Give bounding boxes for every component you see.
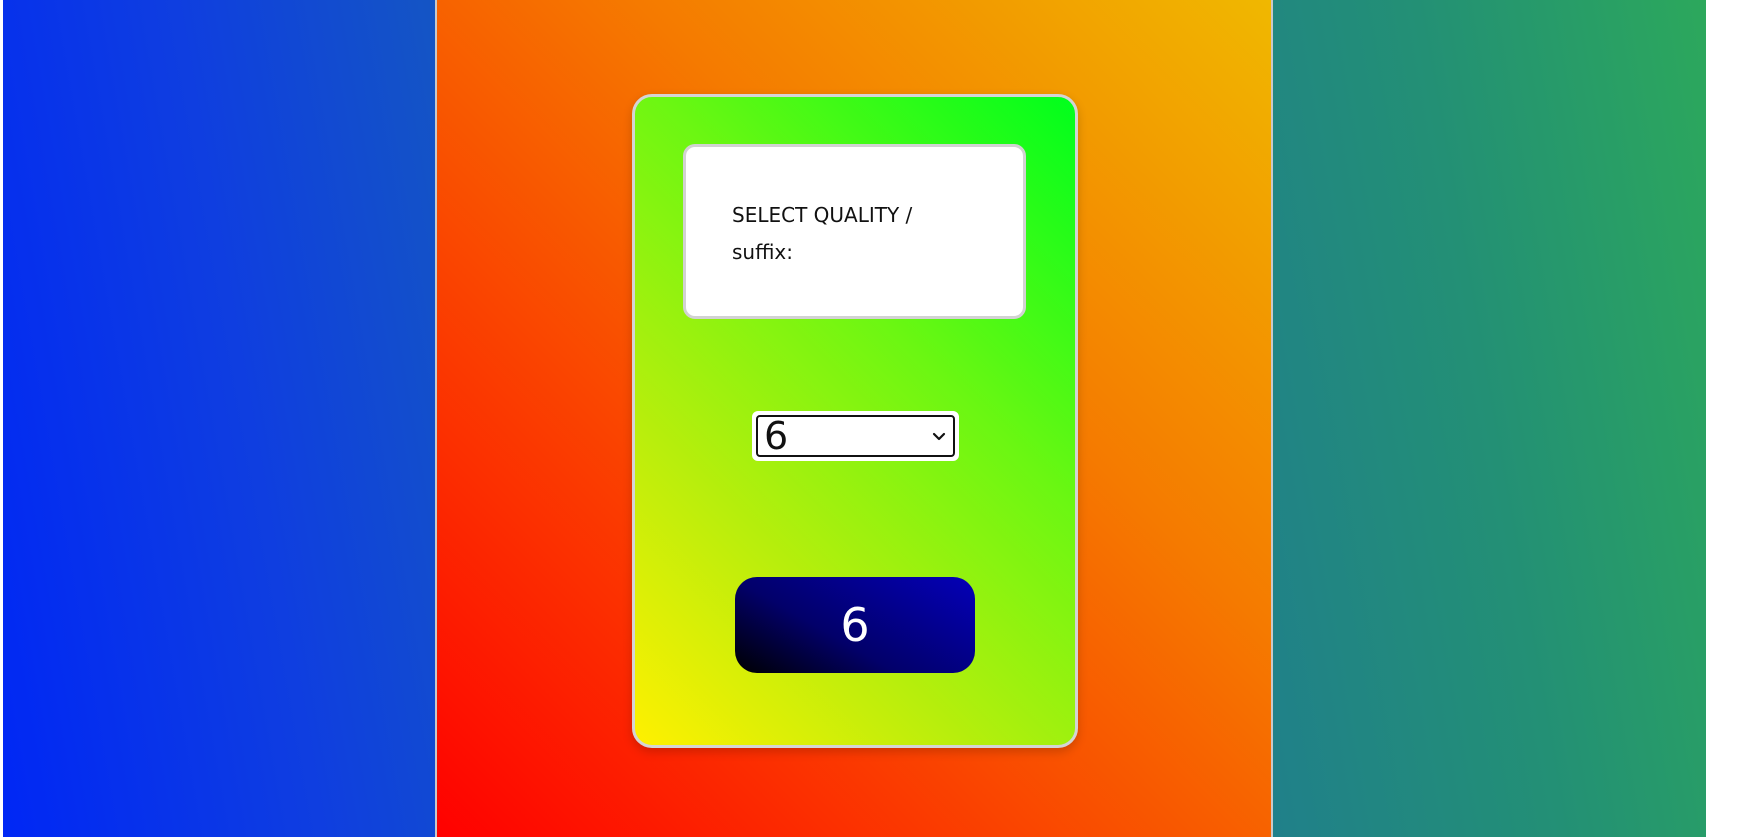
select-frame: 6 [756, 414, 955, 458]
label-box: SELECT QUALITY / suffix: [683, 144, 1026, 319]
right-panel [1273, 0, 1706, 837]
chevron-down-icon [932, 432, 946, 441]
left-panel [3, 0, 437, 837]
quality-label: SELECT QUALITY / suffix: [732, 203, 913, 264]
page-stage: SELECT QUALITY / suffix: 6 6 [0, 0, 1756, 837]
quality-select[interactable]: 6 [752, 411, 959, 461]
suffix-button[interactable]: 6 [735, 577, 975, 673]
select-value: 6 [764, 414, 789, 458]
